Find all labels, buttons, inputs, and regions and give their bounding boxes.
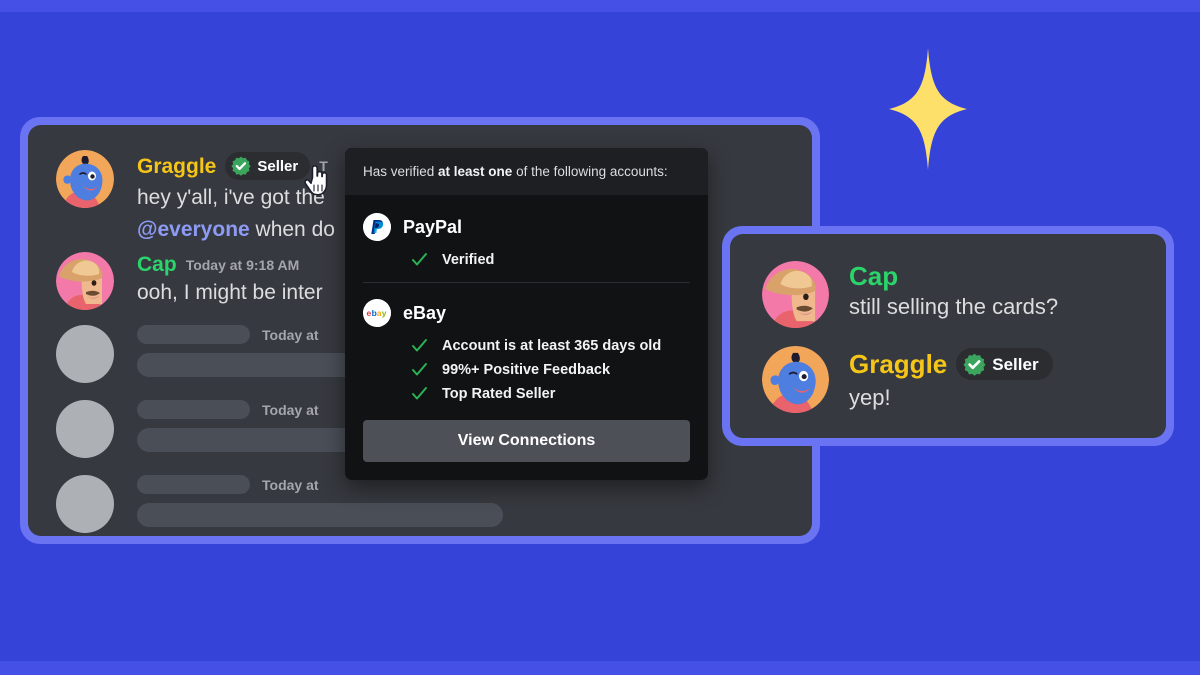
connection-header: PayPal — [363, 213, 690, 242]
message-author[interactable]: Graggle — [137, 156, 216, 177]
connection-criteria-item: Top Rated Seller — [411, 385, 690, 402]
skeleton-timestamp: Today at — [262, 476, 319, 493]
skeleton-name-bar — [137, 325, 250, 344]
message-author[interactable]: Cap — [137, 254, 177, 275]
tooltip-header-suffix: of the following accounts: — [512, 164, 668, 179]
message-author[interactable]: Cap — [849, 263, 898, 289]
everyone-mention[interactable]: @everyone — [137, 218, 250, 241]
message-header: Cap Today at 9:18 AM — [137, 254, 323, 275]
message-text-line-2: @everyone when do — [137, 217, 335, 244]
cap-hat-avatar[interactable] — [762, 261, 829, 328]
verified-check-icon — [231, 156, 251, 176]
tooltip-header-prefix: Has verified — [363, 164, 439, 179]
connection-criteria-item: Account is at least 365 days old — [411, 337, 690, 354]
message-body: Cap Today at 9:18 AM ooh, I might be int… — [137, 252, 323, 310]
verified-check-icon — [963, 353, 986, 376]
skeleton-timestamp: Today at — [262, 401, 319, 418]
connection-name: eBay — [403, 302, 447, 323]
connection-header: e b a y eBay — [363, 299, 690, 328]
message-body: Graggle Seller yep! — [849, 346, 1053, 413]
message-timestamp: Today at 9:18 AM — [185, 256, 300, 273]
skeleton-message-row: Today at — [56, 475, 503, 533]
green-check-icon — [411, 337, 428, 354]
graggle-genie-avatar[interactable] — [56, 150, 114, 208]
message-header: Cap — [849, 263, 1058, 289]
connection-name: PayPal — [403, 216, 463, 237]
message-text-tail: when do — [249, 217, 335, 241]
green-check-icon — [411, 361, 428, 378]
connection-criteria-label: Account is at least 365 days old — [442, 337, 662, 354]
reply-message-cap: Cap still selling the cards? — [762, 261, 1058, 328]
tooltip-header-text: Has verified at least one of the followi… — [363, 163, 690, 181]
chat-message-cap: Cap Today at 9:18 AM ooh, I might be int… — [56, 252, 323, 310]
connection-criteria-label: 99%+ Positive Feedback — [442, 361, 611, 378]
message-author[interactable]: Graggle — [849, 351, 947, 377]
reply-preview-card: Cap still selling the cards? Graggle Sel… — [722, 226, 1174, 446]
connection-criteria-label: Verified — [442, 251, 495, 268]
seller-badge-label: Seller — [257, 157, 299, 175]
tooltip-header: Has verified at least one of the followi… — [345, 148, 708, 196]
connection-criteria-list: Account is at least 365 days old 99%+ Po… — [363, 337, 690, 402]
view-connections-button[interactable]: View Connections — [363, 420, 690, 463]
tooltip-footer: View Connections — [345, 416, 708, 480]
message-header: Graggle Seller — [849, 348, 1053, 380]
green-check-icon — [411, 385, 428, 402]
svg-text:y: y — [382, 308, 387, 318]
skeleton-avatar — [56, 325, 114, 383]
connection-criteria-list: Verified — [363, 251, 690, 268]
seller-badge-label: Seller — [992, 354, 1039, 374]
connection-criteria-item: 99%+ Positive Feedback — [411, 361, 690, 378]
seller-badge[interactable]: Seller — [225, 152, 311, 180]
graggle-genie-avatar[interactable] — [762, 346, 829, 413]
connection-criteria-label: Top Rated Seller — [442, 385, 556, 402]
seller-badge[interactable]: Seller — [956, 348, 1053, 380]
skeleton-timestamp: Today at — [262, 326, 319, 343]
skeleton-name-bar — [137, 400, 250, 419]
skeleton-body: Today at — [137, 475, 503, 533]
verified-connections-tooltip: Has verified at least one of the followi… — [345, 148, 708, 481]
reply-preview-messages: Cap still selling the cards? Graggle Sel… — [730, 234, 1166, 438]
tooltip-header-bold: at least one — [438, 164, 513, 179]
tooltip-body: PayPal Verified e b a y eBay Account is … — [345, 195, 708, 416]
connection-ebay: e b a y eBay Account is at least 365 day… — [363, 282, 690, 416]
paypal-logo-icon — [363, 213, 391, 242]
green-check-icon — [411, 251, 428, 268]
sparkle-star-icon — [889, 48, 967, 170]
skeleton-name-bar — [137, 475, 250, 494]
ebay-logo-icon: e b a y — [363, 299, 391, 328]
message-text-line-1: ooh, I might be inter — [137, 281, 323, 304]
skeleton-avatar — [56, 400, 114, 458]
skeleton-text-bar — [137, 503, 503, 527]
cap-hat-avatar[interactable] — [56, 252, 114, 310]
message-header: Graggle Seller T — [137, 152, 335, 180]
message-text: yep! — [849, 385, 891, 410]
message-body: Cap still selling the cards? — [849, 261, 1058, 328]
reply-message-graggle: Graggle Seller yep! — [762, 346, 1053, 413]
connection-paypal: PayPal Verified — [363, 213, 690, 282]
message-text-line-1: hey y'all, i've got the — [137, 186, 325, 209]
message-body: Graggle Seller T hey y'all, i've got the — [137, 150, 335, 244]
chat-message-graggle: Graggle Seller T hey y'all, i've got the — [56, 150, 335, 244]
skeleton-avatar — [56, 475, 114, 533]
connection-criteria-item: Verified — [411, 251, 690, 268]
background-band-bottom — [0, 661, 1200, 675]
background-band-top — [0, 0, 1200, 12]
message-text: still selling the cards? — [849, 294, 1059, 319]
message-timestamp: T — [319, 158, 328, 174]
